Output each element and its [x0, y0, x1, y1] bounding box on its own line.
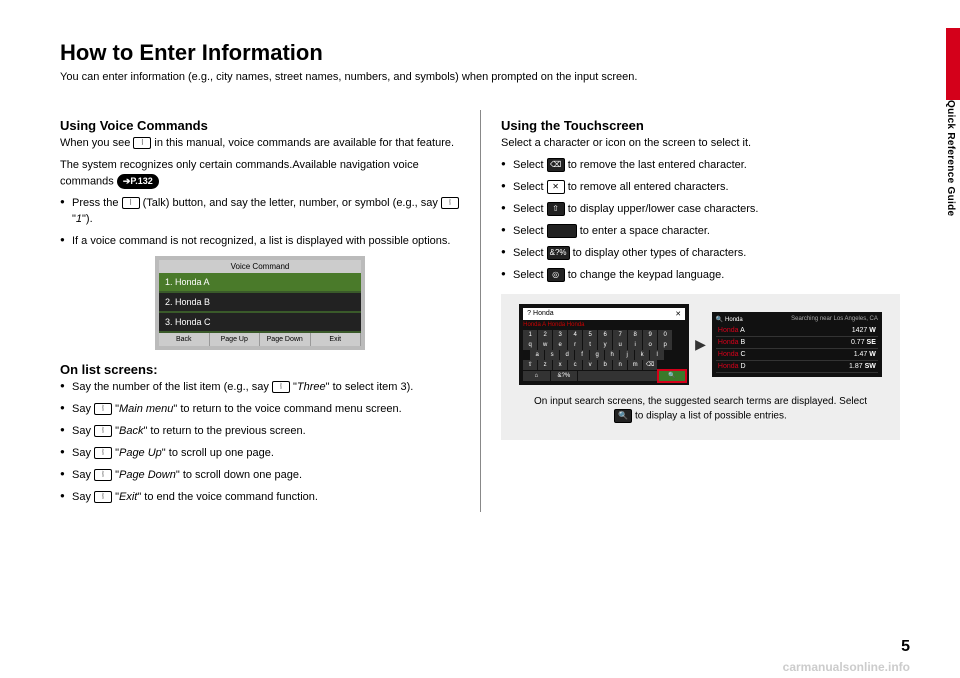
- touch-bullet-clear: Select ✕ to remove all entered character…: [501, 180, 900, 196]
- heading-touchscreen: Using the Touchscreen: [501, 118, 900, 133]
- heading-list-screens: On list screens:: [60, 362, 460, 377]
- voice-bullet-1: Press the ⦚ (Talk) button, and say the l…: [60, 196, 460, 228]
- kb-row-1: qwertyuiop: [523, 340, 685, 350]
- clear-icon: ✕: [547, 180, 565, 194]
- talk-icon: ⦚: [94, 491, 112, 503]
- list-bullet-5: Say ⦚ "Page Down" to scroll down one pag…: [60, 468, 460, 484]
- vc-row-2: 2. Honda B: [159, 293, 361, 313]
- voice-command-screenshot: Voice Command 1. Honda A 2. Honda B 3. H…: [155, 256, 365, 350]
- space-icon: [547, 224, 577, 238]
- watermark: carmanualsonline.info: [783, 660, 910, 674]
- columns: Using Voice Commands When you see ⦚ in t…: [60, 110, 900, 512]
- kb-row-bottom: ⌂&?% 🔍: [523, 371, 685, 381]
- talk-icon: ⦚: [94, 447, 112, 459]
- touch-intro: Select a character or icon on the screen…: [501, 136, 900, 152]
- arrow-icon: ▶: [695, 336, 706, 353]
- vc-title: Voice Command: [159, 260, 361, 273]
- touch-bullet-space: Select to enter a space character.: [501, 224, 900, 240]
- vc-row-1: 1. Honda A: [159, 273, 361, 293]
- voice-intro-1: When you see ⦚ in this manual, voice com…: [60, 136, 460, 152]
- touchscreen-illustration: ?Honda✕ Honda A Honda Honda 1234567890 q…: [501, 294, 900, 441]
- vc-btn-back: Back: [159, 333, 210, 346]
- vc-btn-exit: Exit: [311, 333, 362, 346]
- heading-voice-commands: Using Voice Commands: [60, 118, 460, 133]
- talk-icon: ⦚: [441, 197, 459, 209]
- kb-row-2: asdfghjkl: [523, 350, 685, 360]
- kb-suggestions: Honda A Honda Honda: [523, 322, 685, 328]
- talk-icon: ⦚: [122, 197, 140, 209]
- symbols-icon: &?%: [547, 246, 570, 260]
- page-subtitle: You can enter information (e.g., city na…: [60, 70, 900, 86]
- voice-intro-2: The system recognizes only certain comma…: [60, 158, 460, 190]
- vc-btn-pagedown: Page Down: [260, 333, 311, 346]
- results-screenshot: 🔍 HondaSearching near Los Angeles, CA Ho…: [712, 312, 882, 377]
- list-bullets: Say the number of the list item (e.g., s…: [60, 380, 460, 506]
- keyboard-screenshot: ?Honda✕ Honda A Honda Honda 1234567890 q…: [519, 304, 689, 385]
- vc-bottom: Back Page Up Page Down Exit: [159, 333, 361, 346]
- list-bullet-1: Say the number of the list item (e.g., s…: [60, 380, 460, 396]
- vc-row-3: 3. Honda C: [159, 313, 361, 333]
- list-bullet-4: Say ⦚ "Page Up" to scroll up one page.: [60, 446, 460, 462]
- talk-icon: ⦚: [94, 425, 112, 437]
- globe-icon: ◎: [547, 268, 565, 282]
- list-bullet-6: Say ⦚ "Exit" to end the voice command fu…: [60, 490, 460, 506]
- kb-row-3: ⇧zxcvbnm⌫: [523, 360, 685, 370]
- list-bullet-3: Say ⦚ "Back" to return to the previous s…: [60, 424, 460, 440]
- search-key-highlighted: 🔍: [659, 371, 686, 381]
- touch-bullet-language: Select ◎ to change the keypad language.: [501, 268, 900, 284]
- page: How to Enter Information You can enter i…: [0, 0, 960, 678]
- page-number: 5: [901, 638, 910, 656]
- page-title: How to Enter Information: [60, 40, 900, 66]
- vc-btn-pageup: Page Up: [210, 333, 261, 346]
- talk-icon: ⦚: [133, 137, 151, 149]
- col-left: Using Voice Commands When you see ⦚ in t…: [60, 110, 480, 512]
- talk-icon: ⦚: [272, 381, 290, 393]
- touch-bullets: Select ⌫ to remove the last entered char…: [501, 158, 900, 284]
- shift-icon: ⇧: [547, 202, 565, 216]
- kb-row-nums: 1234567890: [523, 330, 685, 340]
- col-right: Using the Touchscreen Select a character…: [480, 110, 900, 512]
- voice-bullet-2: If a voice command is not recognized, a …: [60, 234, 460, 250]
- list-bullet-2: Say ⦚ "Main menu" to return to the voice…: [60, 402, 460, 418]
- touch-bullet-symbols: Select &?% to display other types of cha…: [501, 246, 900, 262]
- page-ref-pill: ➔P.132: [117, 174, 159, 189]
- talk-icon: ⦚: [94, 469, 112, 481]
- voice-bullets: Press the ⦚ (Talk) button, and say the l…: [60, 196, 460, 250]
- touch-bullet-shift: Select ⇧ to display upper/lower case cha…: [501, 202, 900, 218]
- touch-bullet-backspace: Select ⌫ to remove the last entered char…: [501, 158, 900, 174]
- talk-icon: ⦚: [94, 403, 112, 415]
- search-icon: 🔍: [614, 409, 632, 423]
- backspace-icon: ⌫: [547, 158, 565, 172]
- touchscreen-note: On input search screens, the suggested s…: [511, 395, 890, 425]
